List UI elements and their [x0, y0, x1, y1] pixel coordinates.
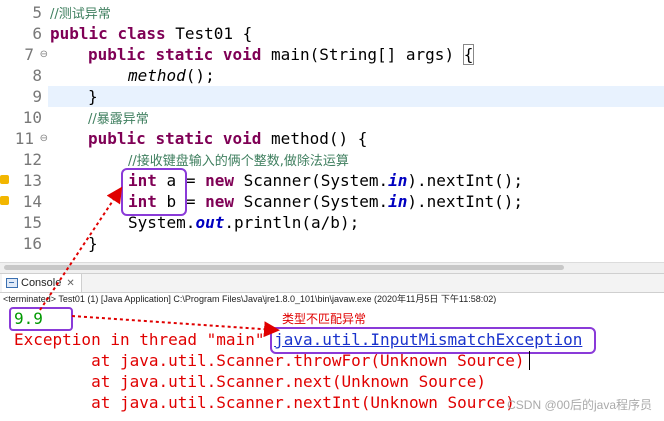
fold-toggle-icon[interactable]: ⊖ — [40, 128, 48, 149]
code-line[interactable]: 12 //接收键盘输入的俩个整数,做除法运算 — [0, 149, 664, 170]
code-comment: //接收键盘输入的俩个整数,做除法运算 — [128, 154, 349, 169]
line-number: 13 — [22, 171, 42, 190]
line-gutter: 9 — [0, 86, 48, 107]
line-gutter: 10 — [0, 107, 48, 128]
keyword: static — [155, 45, 214, 64]
scrollbar-thumb[interactable] — [4, 265, 564, 270]
code-line[interactable]: 14 int b = new Scanner(System.in).nextIn… — [0, 191, 664, 212]
watermark: CSDN @00后的java程序员 — [507, 398, 652, 412]
input-highlight-box — [9, 307, 73, 331]
code-token: ).nextInt(); — [407, 171, 523, 190]
keyword: new — [205, 192, 234, 211]
line-gutter: 13 — [0, 170, 48, 191]
matched-brace: { — [462, 44, 475, 65]
static-field: in — [388, 192, 408, 211]
keyword: new — [205, 171, 234, 190]
stack-trace-line[interactable]: at java.util.Scanner.throwFor(Unknown So… — [14, 350, 524, 371]
line-number: 6 — [32, 24, 42, 43]
code-line[interactable]: 5 //测试异常 — [0, 2, 664, 23]
code-line[interactable]: 6 public class Test01 { — [0, 23, 664, 44]
line-gutter: 5 — [0, 2, 48, 23]
keyword: class — [117, 24, 166, 43]
line-number: 9 — [32, 87, 42, 106]
keyword: static — [155, 129, 214, 148]
warning-icon[interactable] — [0, 196, 9, 205]
line-gutter: 16 — [0, 233, 48, 254]
code-comment: //暴露异常 — [88, 112, 149, 127]
code-line[interactable]: 16 } — [0, 233, 664, 254]
code-editor[interactable]: 5 //测试异常 6 public class Test01 { 7 ⊖ pub… — [0, 0, 664, 262]
line-gutter: 12 — [0, 149, 48, 170]
editor-horizontal-scrollbar[interactable] — [0, 262, 664, 273]
keyword: public — [50, 24, 108, 43]
tab-console[interactable]: Console ✕ — [2, 274, 82, 292]
static-field: in — [388, 171, 408, 190]
console-output[interactable]: 9.9 类型不匹配异常 Exception in thread "main" j… — [0, 306, 664, 421]
line-number: 16 — [22, 234, 42, 253]
console-tabbar: Console ✕ — [0, 273, 664, 293]
code-line[interactable]: 10 //暴露异常 — [0, 107, 664, 128]
line-number: 7 — [24, 45, 34, 64]
tab-console-label: Console — [21, 277, 62, 289]
console-icon — [6, 278, 18, 288]
code-comment: //测试异常 — [50, 7, 111, 22]
line-number: 8 — [32, 66, 42, 85]
method-call: method — [128, 66, 186, 85]
close-brace: } — [88, 234, 98, 253]
code-token: Scanner(System. — [234, 171, 389, 190]
keyword: void — [222, 129, 262, 148]
code-line[interactable]: 15 System.out.println(a/b); — [0, 212, 664, 233]
code-line-current[interactable]: 9 } — [0, 86, 664, 107]
annotation-label: 类型不匹配异常 — [282, 312, 367, 326]
line-gutter: 14 — [0, 191, 48, 212]
main-signature: main(String[] args) — [271, 45, 464, 64]
code-token: (); — [185, 66, 215, 85]
close-icon[interactable]: ✕ — [66, 278, 74, 289]
code-line[interactable]: 11 ⊖ public static void method() { — [0, 128, 664, 149]
code-token: Scanner(System. — [234, 192, 389, 211]
line-number: 12 — [22, 150, 42, 169]
line-gutter: 8 — [0, 65, 48, 86]
stack-trace-line[interactable]: at java.util.Scanner.nextInt(Unknown Sou… — [14, 392, 515, 413]
class-declaration: Test01 { — [175, 24, 253, 43]
line-gutter: 7 ⊖ — [0, 44, 48, 65]
code-line[interactable]: 8 method(); — [0, 65, 664, 86]
keyword: public — [88, 45, 146, 64]
keyword: public — [88, 129, 146, 148]
exception-prefix: Exception in thread "main" — [14, 330, 275, 349]
static-field: out — [195, 213, 225, 232]
code-line[interactable]: 13 int a = new Scanner(System.in).nextIn… — [0, 170, 664, 191]
declaration-highlight-box — [121, 168, 187, 216]
warning-icon[interactable] — [0, 175, 9, 184]
stack-trace-line[interactable]: at java.util.Scanner.next(Unknown Source… — [14, 371, 486, 392]
line-gutter: 11 ⊖ — [0, 128, 48, 149]
text-cursor — [529, 351, 530, 370]
code-token: ).nextInt(); — [407, 192, 523, 211]
close-brace: } — [88, 87, 98, 106]
code-token: .println(a/b); — [224, 213, 360, 232]
line-gutter: 15 — [0, 212, 48, 233]
fold-toggle-icon[interactable]: ⊖ — [40, 44, 48, 65]
code-line[interactable]: 7 ⊖ public static void main(String[] arg… — [0, 44, 664, 65]
line-number: 15 — [22, 213, 42, 232]
line-gutter: 6 — [0, 23, 48, 44]
line-number: 10 — [22, 108, 42, 127]
line-number: 5 — [32, 3, 42, 22]
console-process-info: <terminated> Test01 (1) [Java Applicatio… — [3, 294, 497, 304]
method-signature: method() { — [271, 129, 368, 148]
line-number: 11 — [14, 129, 34, 148]
keyword: void — [222, 45, 262, 64]
line-number: 14 — [22, 192, 42, 211]
